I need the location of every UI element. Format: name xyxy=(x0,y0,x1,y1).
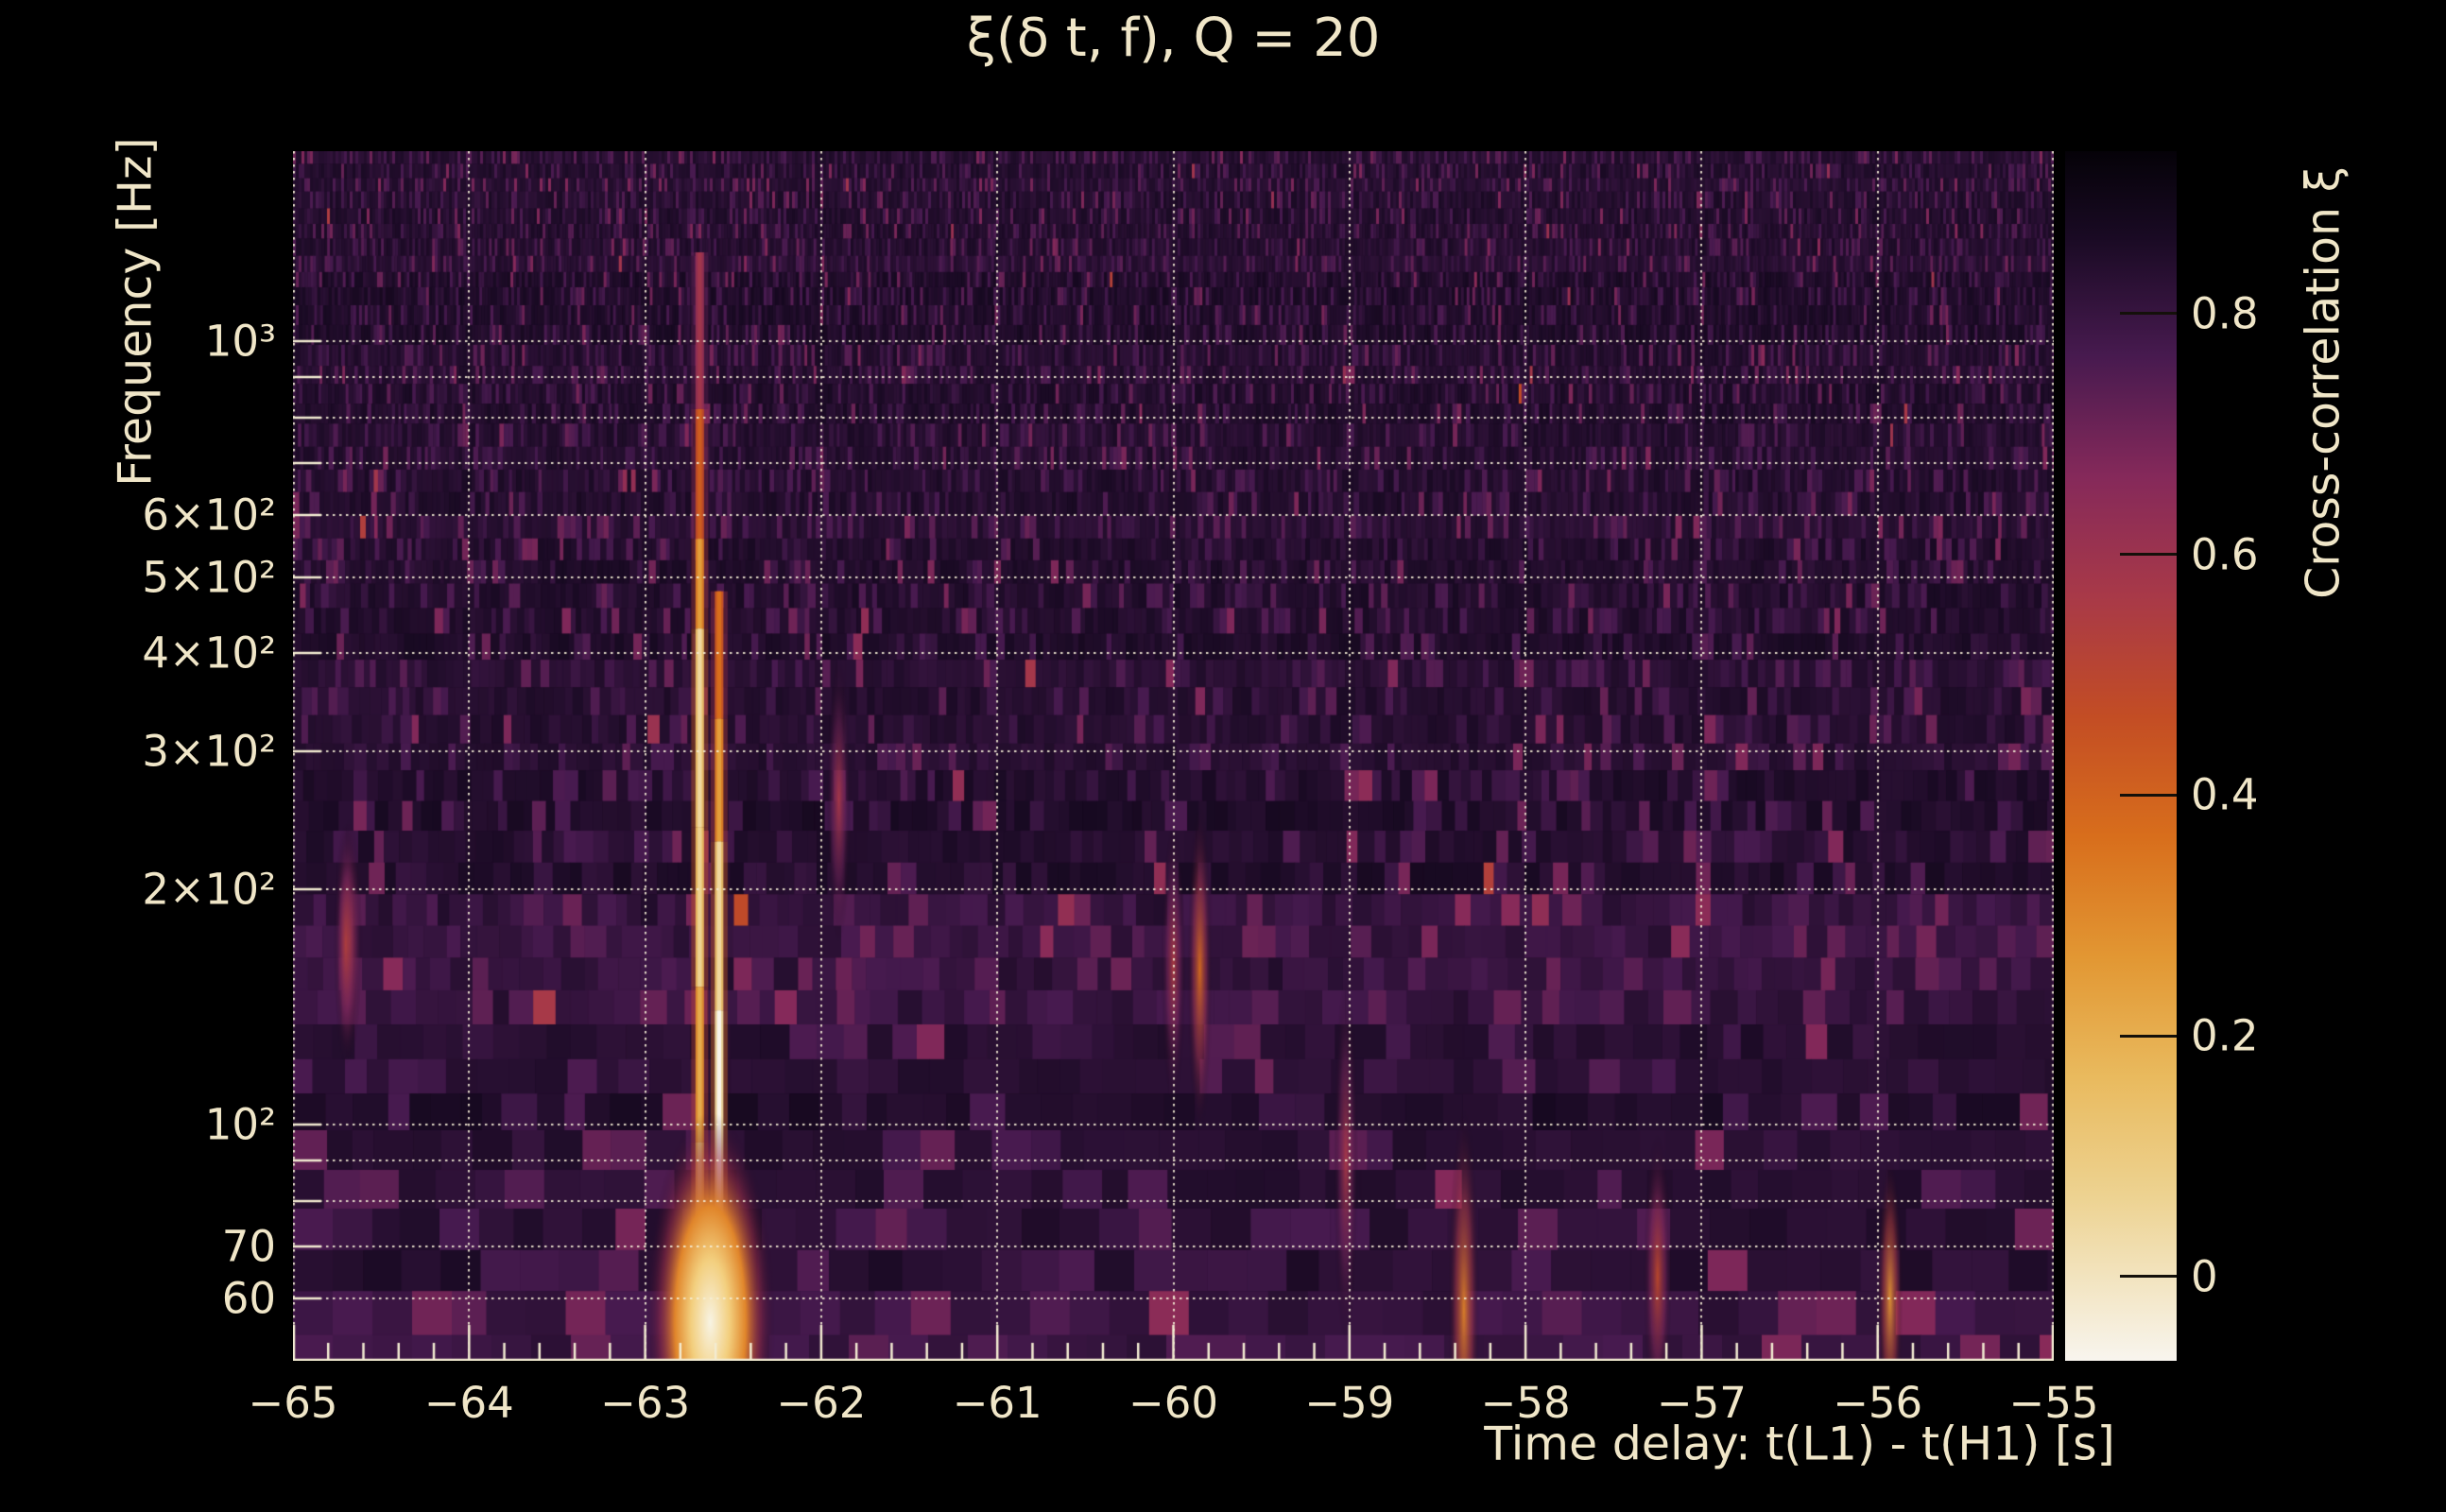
y-tick-label: 10² xyxy=(204,1099,276,1150)
heatmap-canvas xyxy=(293,151,2054,1361)
colorbar-tick-label: 0.6 xyxy=(2191,529,2259,580)
x-tick-label: −63 xyxy=(600,1378,691,1428)
figure: ξ(δ t, f), Q = 20 Frequency [Hz] 10³ 6×10… xyxy=(0,0,2446,1512)
colorbar xyxy=(2065,151,2177,1361)
x-tick-label: −65 xyxy=(248,1378,338,1428)
colorbar-tick xyxy=(2120,1034,2177,1038)
colorbar-tick xyxy=(2120,553,2177,557)
x-tick-label: −61 xyxy=(952,1378,1042,1428)
y-tick-label: 2×10² xyxy=(142,864,276,915)
x-axis-label: Time delay: t(L1) - t(H1) [s] xyxy=(1484,1417,2115,1471)
x-tick-label: −62 xyxy=(776,1378,867,1428)
x-tick-label: −60 xyxy=(1128,1378,1218,1428)
y-tick-label: 70 xyxy=(221,1221,276,1272)
y-tick-label: 3×10² xyxy=(142,726,276,777)
colorbar-tick-label: 0.4 xyxy=(2191,769,2259,820)
y-tick-label: 4×10² xyxy=(142,627,276,679)
colorbar-label: Cross-correlation ξ xyxy=(2296,166,2351,599)
colorbar-tick-label: 0.2 xyxy=(2191,1010,2259,1061)
y-axis-label: Frequency [Hz] xyxy=(108,137,163,487)
colorbar-tick xyxy=(2120,1275,2177,1279)
colorbar-tick xyxy=(2120,793,2177,797)
x-tick-label: −59 xyxy=(1304,1378,1395,1428)
y-tick-label: 6×10² xyxy=(142,490,276,541)
colorbar-tick xyxy=(2120,312,2177,316)
x-tick-label: −64 xyxy=(423,1378,514,1428)
colorbar-tick-label: 0.8 xyxy=(2191,288,2259,339)
y-tick-label: 5×10² xyxy=(142,552,276,603)
y-tick-label: 60 xyxy=(221,1273,276,1324)
chart-title: ξ(δ t, f), Q = 20 xyxy=(966,8,1381,69)
colorbar-tick-label: 0 xyxy=(2191,1251,2218,1302)
y-tick-label: 10³ xyxy=(204,316,276,367)
